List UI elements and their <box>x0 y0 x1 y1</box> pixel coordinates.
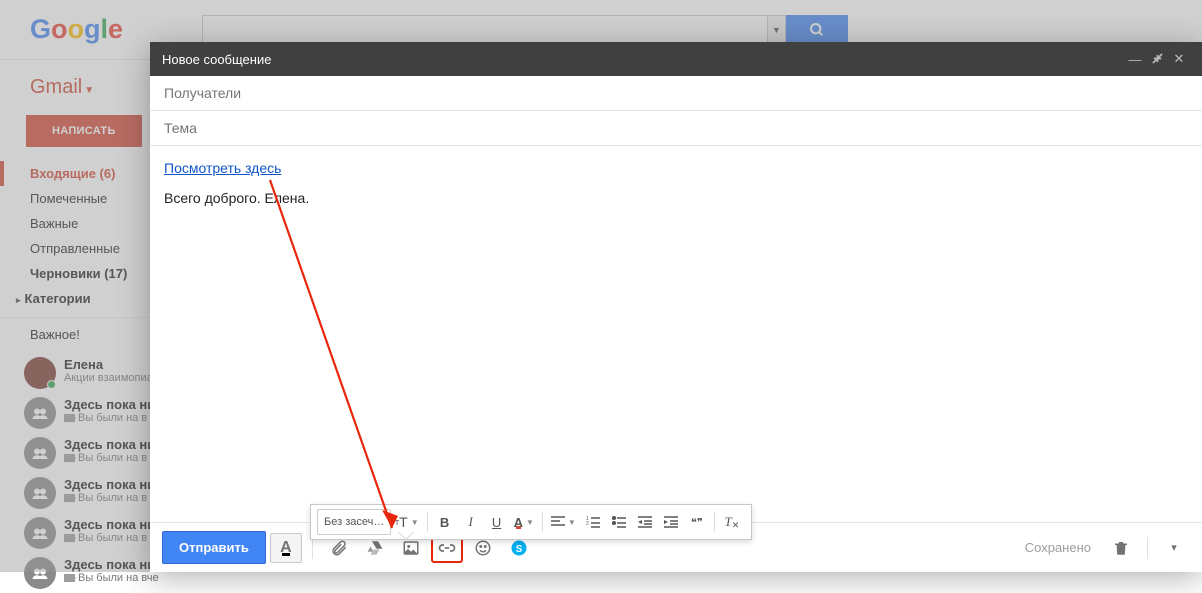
compose-titlebar[interactable]: Новое сообщение — ✕ <box>150 42 1202 76</box>
recipients-row[interactable] <box>150 76 1202 111</box>
camera-icon <box>64 454 75 462</box>
camera-icon <box>64 494 75 502</box>
camera-icon <box>64 534 75 542</box>
indent-button[interactable] <box>658 509 684 535</box>
compose-button[interactable]: НАПИСАТЬ <box>26 115 142 147</box>
discard-button[interactable] <box>1105 533 1137 563</box>
svg-text:S: S <box>516 543 523 554</box>
clear-format-button[interactable]: T✕ <box>719 509 745 535</box>
underline-button[interactable]: U <box>484 509 510 535</box>
search-dropdown[interactable]: ▼ <box>767 16 785 44</box>
search: ▼ <box>202 15 848 45</box>
avatar <box>24 397 56 429</box>
subject-input[interactable] <box>164 120 1188 136</box>
shrink-icon[interactable] <box>1146 52 1168 67</box>
search-box: ▼ <box>202 15 786 45</box>
text-color-button[interactable]: A▼ <box>510 509 538 535</box>
more-options-button[interactable]: ▾ <box>1158 533 1190 563</box>
search-icon <box>809 22 825 38</box>
camera-icon <box>64 574 75 582</box>
avatar <box>24 357 56 389</box>
search-button[interactable] <box>786 15 848 45</box>
subject-row[interactable] <box>150 111 1202 146</box>
avatar <box>24 477 56 509</box>
compose-title: Новое сообщение <box>162 52 271 67</box>
bullet-list-button[interactable] <box>606 509 632 535</box>
avatar <box>24 557 56 589</box>
format-toggle-button[interactable]: A <box>270 533 302 563</box>
camera-icon <box>64 414 75 422</box>
avatar <box>24 437 56 469</box>
numbered-list-button[interactable]: 12 <box>580 509 606 535</box>
recipients-input[interactable] <box>164 85 1188 101</box>
font-family-select[interactable]: Без засеч…▼ <box>317 509 391 535</box>
svg-text:2: 2 <box>586 521 589 527</box>
minimize-icon[interactable]: — <box>1124 52 1146 67</box>
body-text: Всего доброго. Елена. <box>164 190 1188 206</box>
send-button[interactable]: Отправить <box>162 531 266 564</box>
close-icon[interactable]: ✕ <box>1168 51 1190 67</box>
body-hyperlink[interactable]: Посмотреть здесь <box>164 160 281 176</box>
compose-body[interactable]: Посмотреть здесь Всего доброго. Елена. <box>150 146 1202 522</box>
search-input[interactable] <box>203 16 767 44</box>
quote-button[interactable]: ❝❞ <box>684 509 710 535</box>
italic-button[interactable]: I <box>458 509 484 535</box>
google-logo: Google <box>8 14 198 45</box>
compose-dialog: Новое сообщение — ✕ Посмотреть здесь Все… <box>150 42 1202 572</box>
format-toolbar: Без засеч…▼ тT▼ B I U A▼ ▼ 12 ❝❞ T✕ <box>310 504 752 540</box>
avatar <box>24 517 56 549</box>
saved-label: Сохранено <box>1025 540 1091 555</box>
outdent-button[interactable] <box>632 509 658 535</box>
align-button[interactable]: ▼ <box>547 509 580 535</box>
bold-button[interactable]: B <box>432 509 458 535</box>
font-size-button[interactable]: тT▼ <box>391 509 423 535</box>
